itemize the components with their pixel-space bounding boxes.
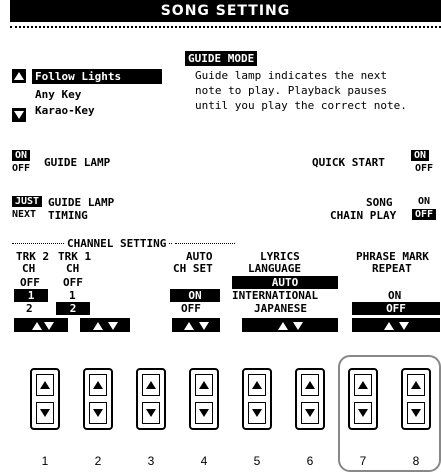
lcd-screen: SONG SETTING GUIDE MODE Follow Lights An… xyxy=(10,0,441,335)
trk2-2[interactable]: 2 xyxy=(26,302,33,315)
channel-setting-divider-right xyxy=(175,243,235,244)
trk1-2[interactable]: 2 xyxy=(56,302,90,315)
up-arrow-icon[interactable] xyxy=(248,374,266,396)
down-arrow-icon[interactable] xyxy=(89,402,107,424)
down-arrow-icon[interactable] xyxy=(354,402,372,424)
guide-lamp-timing-label2: TIMING xyxy=(48,209,88,222)
trk1-1[interactable]: 1 xyxy=(69,289,76,302)
up-arrow-icon[interactable] xyxy=(354,374,372,396)
phrase-mark-repeat-off[interactable]: OFF xyxy=(352,302,440,315)
phrase-mark-repeat-on[interactable]: ON xyxy=(388,289,401,302)
auto-ch-set-off[interactable]: OFF xyxy=(181,302,201,315)
trk1-ch-label: CH xyxy=(66,262,80,275)
title-bar: SONG SETTING xyxy=(10,0,441,22)
guide-mode-description-line2: note to play. Playback pauses xyxy=(195,84,388,97)
quick-start-label: QUICK START xyxy=(312,156,385,169)
hardware-button-8[interactable] xyxy=(401,368,431,430)
hardware-button-5-number: 5 xyxy=(253,454,261,468)
phrase-mark-repeat-label2: REPEAT xyxy=(372,262,412,275)
up-arrow-icon[interactable] xyxy=(142,374,160,396)
screen-button-4[interactable] xyxy=(172,318,220,332)
up-arrow-icon[interactable] xyxy=(89,374,107,396)
screen-button-5-6[interactable] xyxy=(242,318,338,332)
guide-mode-description-line3: until you play the correct note. xyxy=(195,99,407,112)
guide-mode-option-any-key[interactable]: Any Key xyxy=(35,88,81,101)
trk1-off[interactable]: OFF xyxy=(63,276,83,289)
guide-lamp-label: GUIDE LAMP xyxy=(44,156,111,169)
up-arrow-icon[interactable] xyxy=(301,374,319,396)
guide-lamp-timing-label1: GUIDE LAMP xyxy=(48,196,115,209)
song-chain-play-label1: SONG xyxy=(366,196,393,209)
guide-lamp-off[interactable]: OFF xyxy=(12,163,30,174)
hardware-button-6-number: 6 xyxy=(306,454,314,468)
hardware-button-3[interactable] xyxy=(136,368,166,430)
song-chain-play-off[interactable]: OFF xyxy=(412,209,437,220)
down-arrow-icon[interactable] xyxy=(248,402,266,424)
title-divider xyxy=(10,26,441,28)
channel-setting-label: CHANNEL SETTING xyxy=(65,237,169,250)
lyrics-language-japanese[interactable]: JAPANESE xyxy=(254,302,307,315)
lyrics-language-auto[interactable]: AUTO xyxy=(232,276,338,289)
hardware-button-1[interactable] xyxy=(30,368,60,430)
guide-mode-option-karao-key[interactable]: Karao-Key xyxy=(35,104,95,117)
song-chain-play-label2: CHAIN PLAY xyxy=(330,209,397,222)
screen-button-2[interactable] xyxy=(80,318,130,332)
screen-button-1-2[interactable] xyxy=(14,318,68,332)
list-up-arrow-icon[interactable] xyxy=(12,69,26,83)
song-chain-play-on[interactable]: ON xyxy=(418,196,430,207)
hardware-button-2[interactable] xyxy=(83,368,113,430)
auto-ch-set-on[interactable]: ON xyxy=(170,289,220,302)
list-down-arrow-icon[interactable] xyxy=(12,108,26,122)
guide-mode-option-follow-lights[interactable]: Follow Lights xyxy=(32,69,162,84)
hardware-button-8-number: 8 xyxy=(412,454,420,468)
hardware-button-7[interactable] xyxy=(348,368,378,430)
page-title: SONG SETTING xyxy=(160,3,291,19)
guide-lamp-timing-just[interactable]: JUST xyxy=(12,196,43,207)
trk2-off[interactable]: OFF xyxy=(20,276,40,289)
up-arrow-icon[interactable] xyxy=(407,374,425,396)
hardware-button-2-number: 2 xyxy=(94,454,102,468)
down-arrow-icon[interactable] xyxy=(36,402,54,424)
hardware-button-6[interactable] xyxy=(295,368,325,430)
hardware-button-3-number: 3 xyxy=(147,454,155,468)
auto-ch-set-label2: CH SET xyxy=(173,262,213,275)
up-arrow-icon[interactable] xyxy=(36,374,54,396)
screen-button-7-8[interactable] xyxy=(352,318,440,332)
hardware-button-4-number: 4 xyxy=(200,454,208,468)
hardware-button-1-number: 1 xyxy=(41,454,49,468)
lyrics-language-label2: LANGUAGE xyxy=(248,262,301,275)
guide-mode-label: GUIDE MODE xyxy=(185,51,258,66)
quick-start-on[interactable]: ON xyxy=(411,150,430,161)
trk2-1[interactable]: 1 xyxy=(14,289,48,302)
down-arrow-icon[interactable] xyxy=(195,402,213,424)
guide-mode-description-line1: Guide lamp indicates the next xyxy=(195,69,388,82)
down-arrow-icon[interactable] xyxy=(142,402,160,424)
hardware-button-4[interactable] xyxy=(189,368,219,430)
hardware-button-7-number: 7 xyxy=(359,454,367,468)
quick-start-off[interactable]: OFF xyxy=(415,163,433,174)
guide-lamp-timing-next[interactable]: NEXT xyxy=(12,209,36,220)
hardware-button-5[interactable] xyxy=(242,368,272,430)
down-arrow-icon[interactable] xyxy=(407,402,425,424)
trk2-ch-label: CH xyxy=(22,262,36,275)
lyrics-language-international[interactable]: INTERNATIONAL xyxy=(232,289,318,302)
down-arrow-icon[interactable] xyxy=(301,402,319,424)
guide-lamp-on[interactable]: ON xyxy=(12,150,31,161)
up-arrow-icon[interactable] xyxy=(195,374,213,396)
